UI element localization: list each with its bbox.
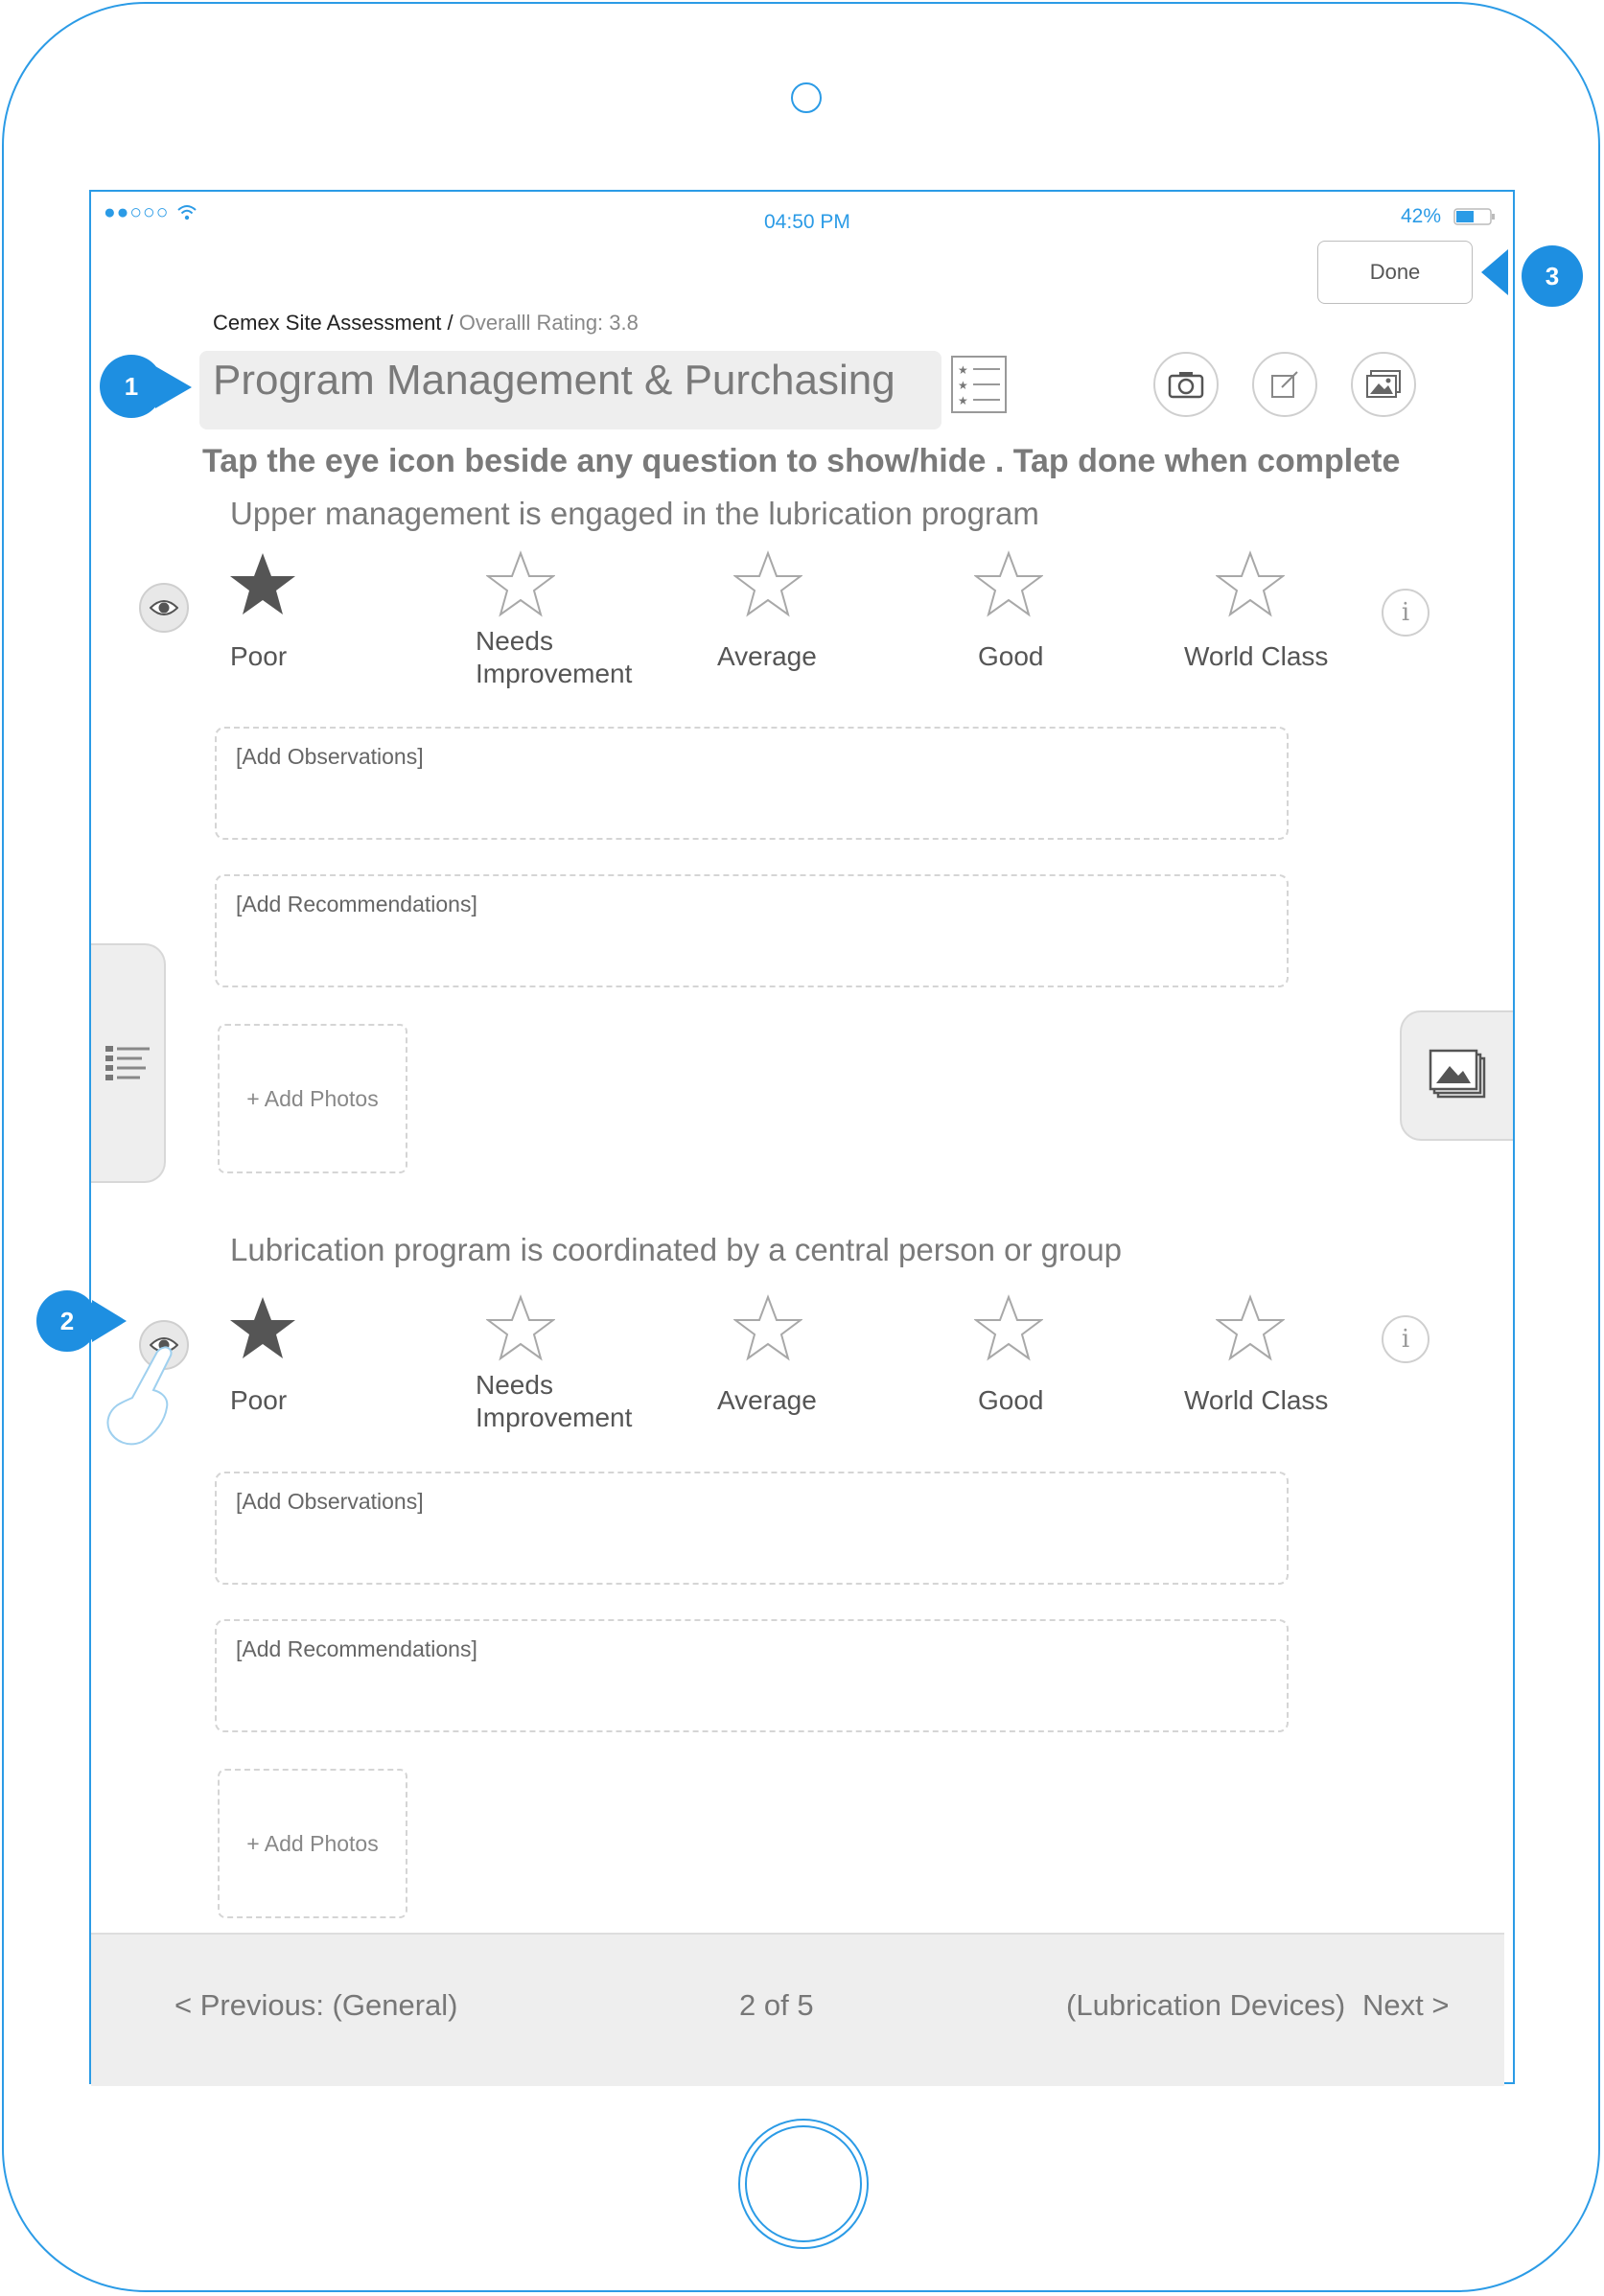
- question-2-star-good[interactable]: [974, 1294, 1043, 1361]
- rating-label-world-class: World Class: [1184, 641, 1329, 671]
- rating-label-needs-line1: Needs: [476, 1370, 553, 1400]
- tap-hand-icon: [106, 1346, 173, 1446]
- question-1-star-average[interactable]: [733, 550, 802, 617]
- next-section-link[interactable]: Next >: [1362, 1988, 1449, 2023]
- camera-icon: [1168, 372, 1204, 399]
- question-2-text: Lubrication program is coordinated by a …: [230, 1232, 1123, 1267]
- rating-label-needs-line2: Improvement: [476, 659, 633, 688]
- battery-icon: [1453, 208, 1495, 225]
- question-2-star-world-class[interactable]: [1216, 1294, 1285, 1361]
- question-2-add-photos-button[interactable]: + Add Photos: [218, 1769, 407, 1918]
- camera-button[interactable]: [1153, 352, 1219, 417]
- rating-label-average: Average: [717, 1385, 817, 1415]
- callout-3: 3: [1522, 245, 1583, 307]
- signal-indicator: ●●○○○: [104, 201, 170, 223]
- question-1-text: Upper management is engaged in the lubri…: [230, 496, 1039, 531]
- rating-label-good: Good: [978, 1385, 1044, 1415]
- breadcrumb-title[interactable]: Cemex Site Assessment: [213, 311, 441, 335]
- rating-label-average: Average: [717, 641, 817, 671]
- breadcrumb-separator: /: [441, 311, 459, 335]
- left-outline-tab[interactable]: [91, 943, 166, 1183]
- question-1-star-needs-improvement[interactable]: [486, 550, 555, 617]
- page-indicator: 2 of 5: [739, 1988, 814, 2022]
- right-photos-tab[interactable]: [1400, 1010, 1513, 1141]
- rating-label-good: Good: [978, 641, 1044, 671]
- question-1-add-photos-button[interactable]: + Add Photos: [218, 1024, 407, 1173]
- gallery-button[interactable]: [1351, 352, 1416, 417]
- list-icon: [105, 1046, 150, 1080]
- next-section-name[interactable]: (Lubrication Devices): [1066, 1988, 1345, 2023]
- question-1-star-poor[interactable]: [228, 550, 297, 617]
- front-camera: [791, 82, 822, 113]
- question-1-visibility-toggle[interactable]: [139, 583, 189, 633]
- rating-label-needs-improvement: Needs Improvement: [476, 1369, 632, 1434]
- question-2-star-poor[interactable]: [228, 1294, 297, 1361]
- previous-section-link[interactable]: < Previous: (General): [174, 1988, 457, 2023]
- info-icon: i: [1401, 598, 1410, 627]
- svg-text:★: ★: [958, 363, 968, 377]
- question-1-star-world-class[interactable]: [1216, 550, 1285, 617]
- instruction-text: Tap the eye icon beside any question to …: [202, 443, 1401, 479]
- rating-list-icon[interactable]: ★ ★ ★: [950, 355, 1008, 414]
- rating-label-needs-line2: Improvement: [476, 1403, 633, 1432]
- svg-text:★: ★: [958, 394, 968, 407]
- rating-label-needs-line1: Needs: [476, 626, 553, 656]
- gallery-icon: [1366, 370, 1401, 398]
- question-2-info-button[interactable]: i: [1382, 1315, 1430, 1363]
- home-button-ring: [745, 2125, 862, 2242]
- question-2-star-needs-improvement[interactable]: [486, 1294, 555, 1361]
- rating-label-poor: Poor: [230, 1385, 288, 1415]
- status-time: 04:50 PM: [764, 211, 850, 233]
- section-title: Program Management & Purchasing: [213, 357, 895, 404]
- question-1-observations-field[interactable]: [Add Observations]: [215, 727, 1289, 840]
- callout-1-pointer: [155, 366, 192, 408]
- overall-rating: Overalll Rating: 3.8: [458, 311, 639, 335]
- rating-label-needs-improvement: Needs Improvement: [476, 625, 632, 690]
- svg-text:★: ★: [958, 379, 968, 392]
- callout-2-pointer: [92, 1300, 127, 1342]
- question-2-recommendations-field[interactable]: [Add Recommendations]: [215, 1619, 1289, 1732]
- battery-percent: 42%: [1401, 205, 1442, 227]
- breadcrumb: Cemex Site Assessment / Overalll Rating:…: [213, 311, 639, 336]
- wifi-icon: [177, 205, 197, 220]
- rating-label-poor: Poor: [230, 641, 288, 671]
- question-2-observations-field[interactable]: [Add Observations]: [215, 1472, 1289, 1585]
- edit-icon: [1271, 371, 1298, 398]
- edit-button[interactable]: [1252, 352, 1317, 417]
- rating-label-world-class: World Class: [1184, 1385, 1329, 1415]
- question-1-info-button[interactable]: i: [1382, 589, 1430, 637]
- callout-3-pointer: [1481, 249, 1508, 295]
- done-button[interactable]: Done: [1317, 241, 1473, 304]
- info-icon: i: [1401, 1325, 1410, 1354]
- question-1-star-good[interactable]: [974, 550, 1043, 617]
- eye-icon: [150, 600, 178, 615]
- photo-stack-icon: [1429, 1049, 1486, 1099]
- question-1-recommendations-field[interactable]: [Add Recommendations]: [215, 874, 1289, 987]
- question-2-star-average[interactable]: [733, 1294, 802, 1361]
